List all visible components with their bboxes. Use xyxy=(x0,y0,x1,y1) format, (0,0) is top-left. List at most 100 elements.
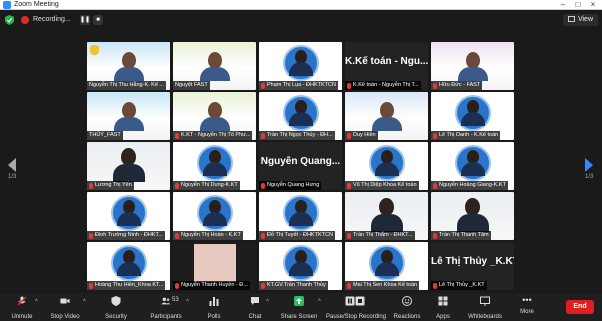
participants-options-caret-icon[interactable]: ^ xyxy=(186,299,189,305)
participant-name: Nguyễn Quang Hưng xyxy=(267,182,320,188)
participant-name-bar: Phạm Thị Lụa - ĐHKTKTCN xyxy=(259,81,338,90)
microphone-muted-icon xyxy=(175,232,179,239)
participants-icon xyxy=(161,297,171,305)
apps-button[interactable]: Apps xyxy=(432,295,454,320)
participant-tile[interactable]: Duy Hiền xyxy=(345,92,428,140)
security-shield-icon xyxy=(111,296,121,306)
whiteboards-button[interactable]: Whiteboards xyxy=(466,295,504,320)
participant-name: Hữu Đức - FAST xyxy=(439,82,481,88)
participant-name-bar: Trần Thị Thanh Tâm xyxy=(431,231,491,240)
participant-tile[interactable]: Phạm Thị Lụa - ĐHKTKTCN xyxy=(259,42,342,90)
microphone-muted-icon xyxy=(433,232,437,239)
participant-display-name: Nguyễn Quang... xyxy=(260,156,341,167)
participant-figure xyxy=(374,150,399,176)
video-options-caret-icon[interactable]: ^ xyxy=(83,299,86,305)
participant-tile[interactable]: Nguyễn Thanh Huyền - Đ... xyxy=(173,242,256,290)
window-title: Zoom Meeting xyxy=(14,1,59,8)
reactions-button[interactable]: Reactions xyxy=(392,295,422,320)
unmute-button[interactable]: Unmute xyxy=(8,295,36,320)
page-count-right: 1/3 xyxy=(585,174,594,180)
share-screen-button[interactable]: Share Screen xyxy=(280,295,318,320)
chevron-right-icon xyxy=(585,158,593,172)
recording-indicator-icon xyxy=(21,16,29,24)
audio-options-caret-icon[interactable]: ^ xyxy=(35,299,38,305)
participant-tile[interactable]: THỦY_FAST xyxy=(87,92,170,140)
apps-label: Apps xyxy=(436,314,450,320)
participant-tile[interactable]: Nguyễn Thị Hoàn - K.KT xyxy=(173,192,256,240)
participant-figure xyxy=(288,250,313,276)
participant-tile[interactable]: Lương Thị Yến xyxy=(87,142,170,190)
polls-button[interactable]: Polls xyxy=(203,295,225,320)
participant-tile[interactable]: Trần Thị Thắm - ĐHKT... xyxy=(345,192,428,240)
chat-button[interactable]: Chat xyxy=(244,295,266,320)
more-label: More xyxy=(520,309,534,315)
close-icon[interactable]: × xyxy=(586,0,600,10)
participant-figure xyxy=(202,150,227,176)
participant-name-bar: Hữu Đức - FAST xyxy=(431,81,483,90)
participant-name: Đinh Trường Ninh - ĐHKT... xyxy=(95,232,163,238)
participant-tile[interactable]: K.Kế toán - Ngu... K.Kế toán - Nguyễn Thị… xyxy=(345,42,428,90)
participant-figure xyxy=(456,198,489,232)
participant-name: Vũ Thị Diệp Khoa Kế toán xyxy=(353,182,417,188)
participant-tile[interactable]: Mai Thị Sen Khoa Kế toán xyxy=(345,242,428,290)
security-button[interactable]: Security xyxy=(102,295,130,320)
participant-tile[interactable]: Vũ Thị Diệp Khoa Kế toán xyxy=(345,142,428,190)
page-count-left: 1/3 xyxy=(8,174,17,180)
participant-tile[interactable]: Trần Thị Ngọc Thúy - ĐH... xyxy=(259,92,342,140)
share-options-caret-icon[interactable]: ^ xyxy=(318,299,321,305)
participant-tile[interactable]: KT.GV.Trần Thanh Thủy xyxy=(259,242,342,290)
participant-tile[interactable]: Hữu Đức - FAST xyxy=(431,42,514,90)
participant-name: Nguyệt FAST xyxy=(175,82,208,88)
pause-stop-recording-button[interactable]: Pause/Stop Recording xyxy=(326,295,386,320)
window-titlebar: Zoom Meeting – □ × xyxy=(0,0,602,10)
whiteboard-icon xyxy=(480,296,490,306)
participant-tile[interactable]: Nguyễn Thị Thu Hằng-K. Kế ... xyxy=(87,42,170,90)
participant-tile[interactable]: Đỗ Thị Tuyết - ĐHKTKTCN xyxy=(259,192,342,240)
participant-tile[interactable]: Đinh Trường Ninh - ĐHKT... xyxy=(87,192,170,240)
microphone-muted-icon xyxy=(17,296,27,306)
participant-name-bar: Nguyễn Thị Hoàn - K.KT xyxy=(173,231,243,240)
encryption-shield-icon[interactable] xyxy=(5,15,14,25)
previous-page-button[interactable]: 1/3 xyxy=(8,158,16,180)
minimize-icon[interactable]: – xyxy=(556,0,570,10)
participant-figure xyxy=(116,200,141,226)
pause-recording-button[interactable]: ❚❚ xyxy=(80,15,90,25)
participant-name: Nguyễn Hoàng Giang-K.KT xyxy=(439,182,506,188)
chat-bubble-icon xyxy=(251,297,259,305)
participant-name: Lương Thị Yến xyxy=(95,182,132,188)
participant-name: Lê Thị Oanh - K.Kế toán xyxy=(439,132,499,138)
participant-tile[interactable]: Nguyệt FAST xyxy=(173,42,256,90)
participant-figure xyxy=(288,50,313,76)
maximize-icon[interactable]: □ xyxy=(571,0,585,10)
participant-tile[interactable]: Nguyễn Thị Dung-K.KT xyxy=(173,142,256,190)
participant-tile[interactable]: Nguyễn Quang... Nguyễn Quang Hưng xyxy=(259,142,342,190)
participant-name: Phạm Thị Lụa - ĐHKTKTCN xyxy=(267,82,336,88)
end-meeting-button[interactable]: End xyxy=(566,300,594,314)
participant-name-bar: Hoàng Thu Hiền_Khoa KT... xyxy=(87,281,166,290)
view-button[interactable]: View xyxy=(562,14,598,26)
more-button[interactable]: ••• More xyxy=(516,295,538,319)
participant-tile[interactable]: Nguyễn Hoàng Giang-K.KT xyxy=(431,142,514,190)
participant-figure xyxy=(112,148,145,182)
participant-name: Trần Thị Ngọc Thúy - ĐH... xyxy=(267,132,333,138)
participant-tile[interactable]: Lê Thị Oanh - K.Kế toán xyxy=(431,92,514,140)
participant-tile[interactable]: K.KT - Nguyễn Thị Tố Phư... xyxy=(173,92,256,140)
microphone-muted-icon xyxy=(175,132,179,139)
grid-view-icon xyxy=(567,16,575,22)
chat-options-caret-icon[interactable]: ^ xyxy=(266,299,269,305)
microphone-muted-icon xyxy=(433,132,437,139)
participant-tile[interactable]: Lê Thị Thủy _K.KT Lê Thị Thủy _K.KT xyxy=(431,242,514,290)
participant-figure xyxy=(116,250,141,276)
participant-tile[interactable]: Trần Thị Thanh Tâm xyxy=(431,192,514,240)
microphone-muted-icon xyxy=(433,82,437,89)
stop-recording-button[interactable]: ■ xyxy=(93,15,103,25)
share-screen-arrow-icon xyxy=(294,296,304,306)
participant-name: KT.GV.Trần Thanh Thủy xyxy=(267,282,326,288)
participant-name: K.Kế toán - Nguyễn Thị T... xyxy=(353,82,419,88)
pause-stop-icon xyxy=(345,296,365,306)
next-page-button[interactable]: 1/3 xyxy=(585,158,593,180)
stop-video-button[interactable]: Stop Video xyxy=(48,295,82,320)
participant-tile[interactable]: Hoàng Thu Hiền_Khoa KT... xyxy=(87,242,170,290)
participant-name-bar: Nguyễn Thanh Huyền - Đ... xyxy=(173,281,250,290)
microphone-muted-icon xyxy=(175,282,179,289)
